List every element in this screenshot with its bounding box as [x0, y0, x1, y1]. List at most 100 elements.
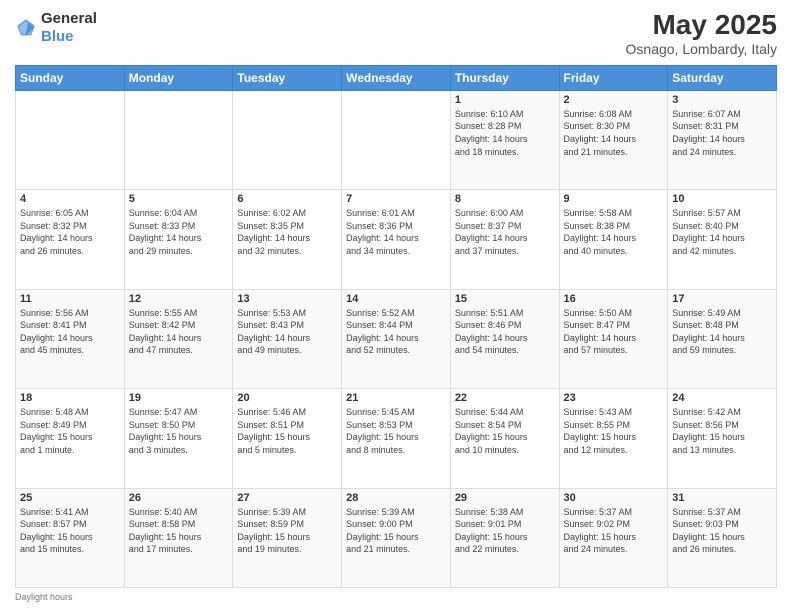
- day-info: Sunrise: 5:52 AM Sunset: 8:44 PM Dayligh…: [346, 307, 446, 357]
- footer-note: Daylight hours: [15, 592, 777, 602]
- day-info: Sunrise: 5:39 AM Sunset: 9:00 PM Dayligh…: [346, 506, 446, 556]
- day-info: Sunrise: 5:53 AM Sunset: 8:43 PM Dayligh…: [237, 307, 337, 357]
- page: General Blue May 2025 Osnago, Lombardy, …: [0, 0, 792, 612]
- day-number: 5: [129, 193, 229, 205]
- calendar-cell: 28 Sunrise: 5:39 AM Sunset: 9:00 PM Dayli…: [342, 488, 451, 587]
- day-info: Sunrise: 5:37 AM Sunset: 9:03 PM Dayligh…: [672, 506, 772, 556]
- day-info: Sunrise: 5:46 AM Sunset: 8:51 PM Dayligh…: [237, 406, 337, 456]
- day-number: 8: [455, 193, 555, 205]
- day-info: Sunrise: 5:45 AM Sunset: 8:53 PM Dayligh…: [346, 406, 446, 456]
- day-info: Sunrise: 5:55 AM Sunset: 8:42 PM Dayligh…: [129, 307, 229, 357]
- week-row-3: 11Sunrise: 5:56 AM Sunset: 8:41 PM Dayli…: [16, 289, 777, 388]
- day-number: 7: [346, 193, 446, 205]
- calendar-cell: 13 Sunrise: 5:53 AM Sunset: 8:43 PM Dayli…: [233, 289, 342, 388]
- day-info: Sunrise: 5:41 AM Sunset: 8:57 PM Dayligh…: [20, 506, 120, 556]
- calendar-cell: 15 Sunrise: 5:51 AM Sunset: 8:46 PM Dayli…: [450, 289, 559, 388]
- day-info: Sunrise: 6:08 AM Sunset: 8:30 PM Dayligh…: [564, 108, 664, 158]
- calendar-cell: 21 Sunrise: 5:45 AM Sunset: 8:53 PM Dayli…: [342, 389, 451, 488]
- daylight-note: Daylight hours: [15, 592, 73, 602]
- calendar-cell: 31Sunrise: 5:37 AM Sunset: 9:03 PM Dayli…: [668, 488, 777, 587]
- location-title: Osnago, Lombardy, Italy: [626, 41, 777, 57]
- day-number: 24: [672, 392, 772, 404]
- day-number: 28: [346, 492, 446, 504]
- day-info: Sunrise: 6:05 AM Sunset: 8:32 PM Dayligh…: [20, 207, 120, 257]
- calendar-cell: 30Sunrise: 5:37 AM Sunset: 9:02 PM Dayli…: [559, 488, 668, 587]
- calendar-cell: 14 Sunrise: 5:52 AM Sunset: 8:44 PM Dayli…: [342, 289, 451, 388]
- day-info: Sunrise: 5:58 AM Sunset: 8:38 PM Dayligh…: [564, 207, 664, 257]
- calendar-cell: 19Sunrise: 5:47 AM Sunset: 8:50 PM Dayli…: [124, 389, 233, 488]
- day-info: Sunrise: 5:49 AM Sunset: 8:48 PM Dayligh…: [672, 307, 772, 357]
- day-info: Sunrise: 6:07 AM Sunset: 8:31 PM Dayligh…: [672, 108, 772, 158]
- day-number: 9: [564, 193, 664, 205]
- calendar-cell: 25 Sunrise: 5:41 AM Sunset: 8:57 PM Dayli…: [16, 488, 125, 587]
- day-info: Sunrise: 6:10 AM Sunset: 8:28 PM Dayligh…: [455, 108, 555, 158]
- calendar-cell: [124, 90, 233, 189]
- day-number: 14: [346, 293, 446, 305]
- calendar-cell: 24 Sunrise: 5:42 AM Sunset: 8:56 PM Dayli…: [668, 389, 777, 488]
- day-info: Sunrise: 5:56 AM Sunset: 8:41 PM Dayligh…: [20, 307, 120, 357]
- calendar-cell: 17 Sunrise: 5:49 AM Sunset: 8:48 PM Dayli…: [668, 289, 777, 388]
- day-number: 30: [564, 492, 664, 504]
- day-number: 16: [564, 293, 664, 305]
- calendar-cell: 23Sunrise: 5:43 AM Sunset: 8:55 PM Dayli…: [559, 389, 668, 488]
- weekday-header-row: SundayMondayTuesdayWednesdayThursdayFrid…: [16, 65, 777, 90]
- day-info: Sunrise: 5:40 AM Sunset: 8:58 PM Dayligh…: [129, 506, 229, 556]
- day-number: 25: [20, 492, 120, 504]
- day-number: 17: [672, 293, 772, 305]
- calendar-cell: 3Sunrise: 6:07 AM Sunset: 8:31 PM Daylig…: [668, 90, 777, 189]
- calendar-cell: 27 Sunrise: 5:39 AM Sunset: 8:59 PM Dayli…: [233, 488, 342, 587]
- day-number: 12: [129, 293, 229, 305]
- day-number: 18: [20, 392, 120, 404]
- week-row-5: 25 Sunrise: 5:41 AM Sunset: 8:57 PM Dayli…: [16, 488, 777, 587]
- day-info: Sunrise: 6:00 AM Sunset: 8:37 PM Dayligh…: [455, 207, 555, 257]
- day-info: Sunrise: 5:44 AM Sunset: 8:54 PM Dayligh…: [455, 406, 555, 456]
- day-info: Sunrise: 6:04 AM Sunset: 8:33 PM Dayligh…: [129, 207, 229, 257]
- week-row-1: 1Sunrise: 6:10 AM Sunset: 8:28 PM Daylig…: [16, 90, 777, 189]
- day-number: 27: [237, 492, 337, 504]
- day-number: 22: [455, 392, 555, 404]
- day-info: Sunrise: 5:57 AM Sunset: 8:40 PM Dayligh…: [672, 207, 772, 257]
- day-number: 21: [346, 392, 446, 404]
- day-number: 15: [455, 293, 555, 305]
- calendar-cell: 11Sunrise: 5:56 AM Sunset: 8:41 PM Dayli…: [16, 289, 125, 388]
- day-info: Sunrise: 5:47 AM Sunset: 8:50 PM Dayligh…: [129, 406, 229, 456]
- calendar-cell: 26Sunrise: 5:40 AM Sunset: 8:58 PM Dayli…: [124, 488, 233, 587]
- day-info: Sunrise: 5:39 AM Sunset: 8:59 PM Dayligh…: [237, 506, 337, 556]
- calendar-cell: 8 Sunrise: 6:00 AM Sunset: 8:37 PM Daylig…: [450, 190, 559, 289]
- calendar-cell: 18 Sunrise: 5:48 AM Sunset: 8:49 PM Dayli…: [16, 389, 125, 488]
- day-number: 6: [237, 193, 337, 205]
- calendar-cell: 2 Sunrise: 6:08 AM Sunset: 8:30 PM Daylig…: [559, 90, 668, 189]
- day-number: 2: [564, 94, 664, 106]
- day-number: 13: [237, 293, 337, 305]
- calendar-cell: 22 Sunrise: 5:44 AM Sunset: 8:54 PM Dayli…: [450, 389, 559, 488]
- day-info: Sunrise: 5:51 AM Sunset: 8:46 PM Dayligh…: [455, 307, 555, 357]
- day-info: Sunrise: 5:48 AM Sunset: 8:49 PM Dayligh…: [20, 406, 120, 456]
- day-number: 29: [455, 492, 555, 504]
- calendar-table: SundayMondayTuesdayWednesdayThursdayFrid…: [15, 65, 777, 588]
- day-number: 20: [237, 392, 337, 404]
- logo-blue: Blue: [41, 28, 74, 45]
- day-info: Sunrise: 5:42 AM Sunset: 8:56 PM Dayligh…: [672, 406, 772, 456]
- header: General Blue May 2025 Osnago, Lombardy, …: [15, 10, 777, 57]
- weekday-header-sunday: Sunday: [16, 65, 125, 90]
- calendar-cell: 10Sunrise: 5:57 AM Sunset: 8:40 PM Dayli…: [668, 190, 777, 289]
- calendar-cell: 20 Sunrise: 5:46 AM Sunset: 8:51 PM Dayli…: [233, 389, 342, 488]
- day-info: Sunrise: 5:50 AM Sunset: 8:47 PM Dayligh…: [564, 307, 664, 357]
- calendar-cell: [16, 90, 125, 189]
- calendar-cell: 16 Sunrise: 5:50 AM Sunset: 8:47 PM Dayli…: [559, 289, 668, 388]
- weekday-header-tuesday: Tuesday: [233, 65, 342, 90]
- title-block: May 2025 Osnago, Lombardy, Italy: [626, 10, 777, 57]
- weekday-header-saturday: Saturday: [668, 65, 777, 90]
- calendar-cell: 9 Sunrise: 5:58 AM Sunset: 8:38 PM Daylig…: [559, 190, 668, 289]
- week-row-2: 4Sunrise: 6:05 AM Sunset: 8:32 PM Daylig…: [16, 190, 777, 289]
- logo: General Blue: [15, 10, 97, 46]
- calendar-cell: 6Sunrise: 6:02 AM Sunset: 8:35 PM Daylig…: [233, 190, 342, 289]
- week-row-4: 18 Sunrise: 5:48 AM Sunset: 8:49 PM Dayli…: [16, 389, 777, 488]
- calendar-cell: 7 Sunrise: 6:01 AM Sunset: 8:36 PM Daylig…: [342, 190, 451, 289]
- day-info: Sunrise: 5:43 AM Sunset: 8:55 PM Dayligh…: [564, 406, 664, 456]
- month-title: May 2025: [626, 10, 777, 41]
- weekday-header-wednesday: Wednesday: [342, 65, 451, 90]
- logo-icon: [15, 17, 37, 39]
- day-info: Sunrise: 5:38 AM Sunset: 9:01 PM Dayligh…: [455, 506, 555, 556]
- day-info: Sunrise: 6:01 AM Sunset: 8:36 PM Dayligh…: [346, 207, 446, 257]
